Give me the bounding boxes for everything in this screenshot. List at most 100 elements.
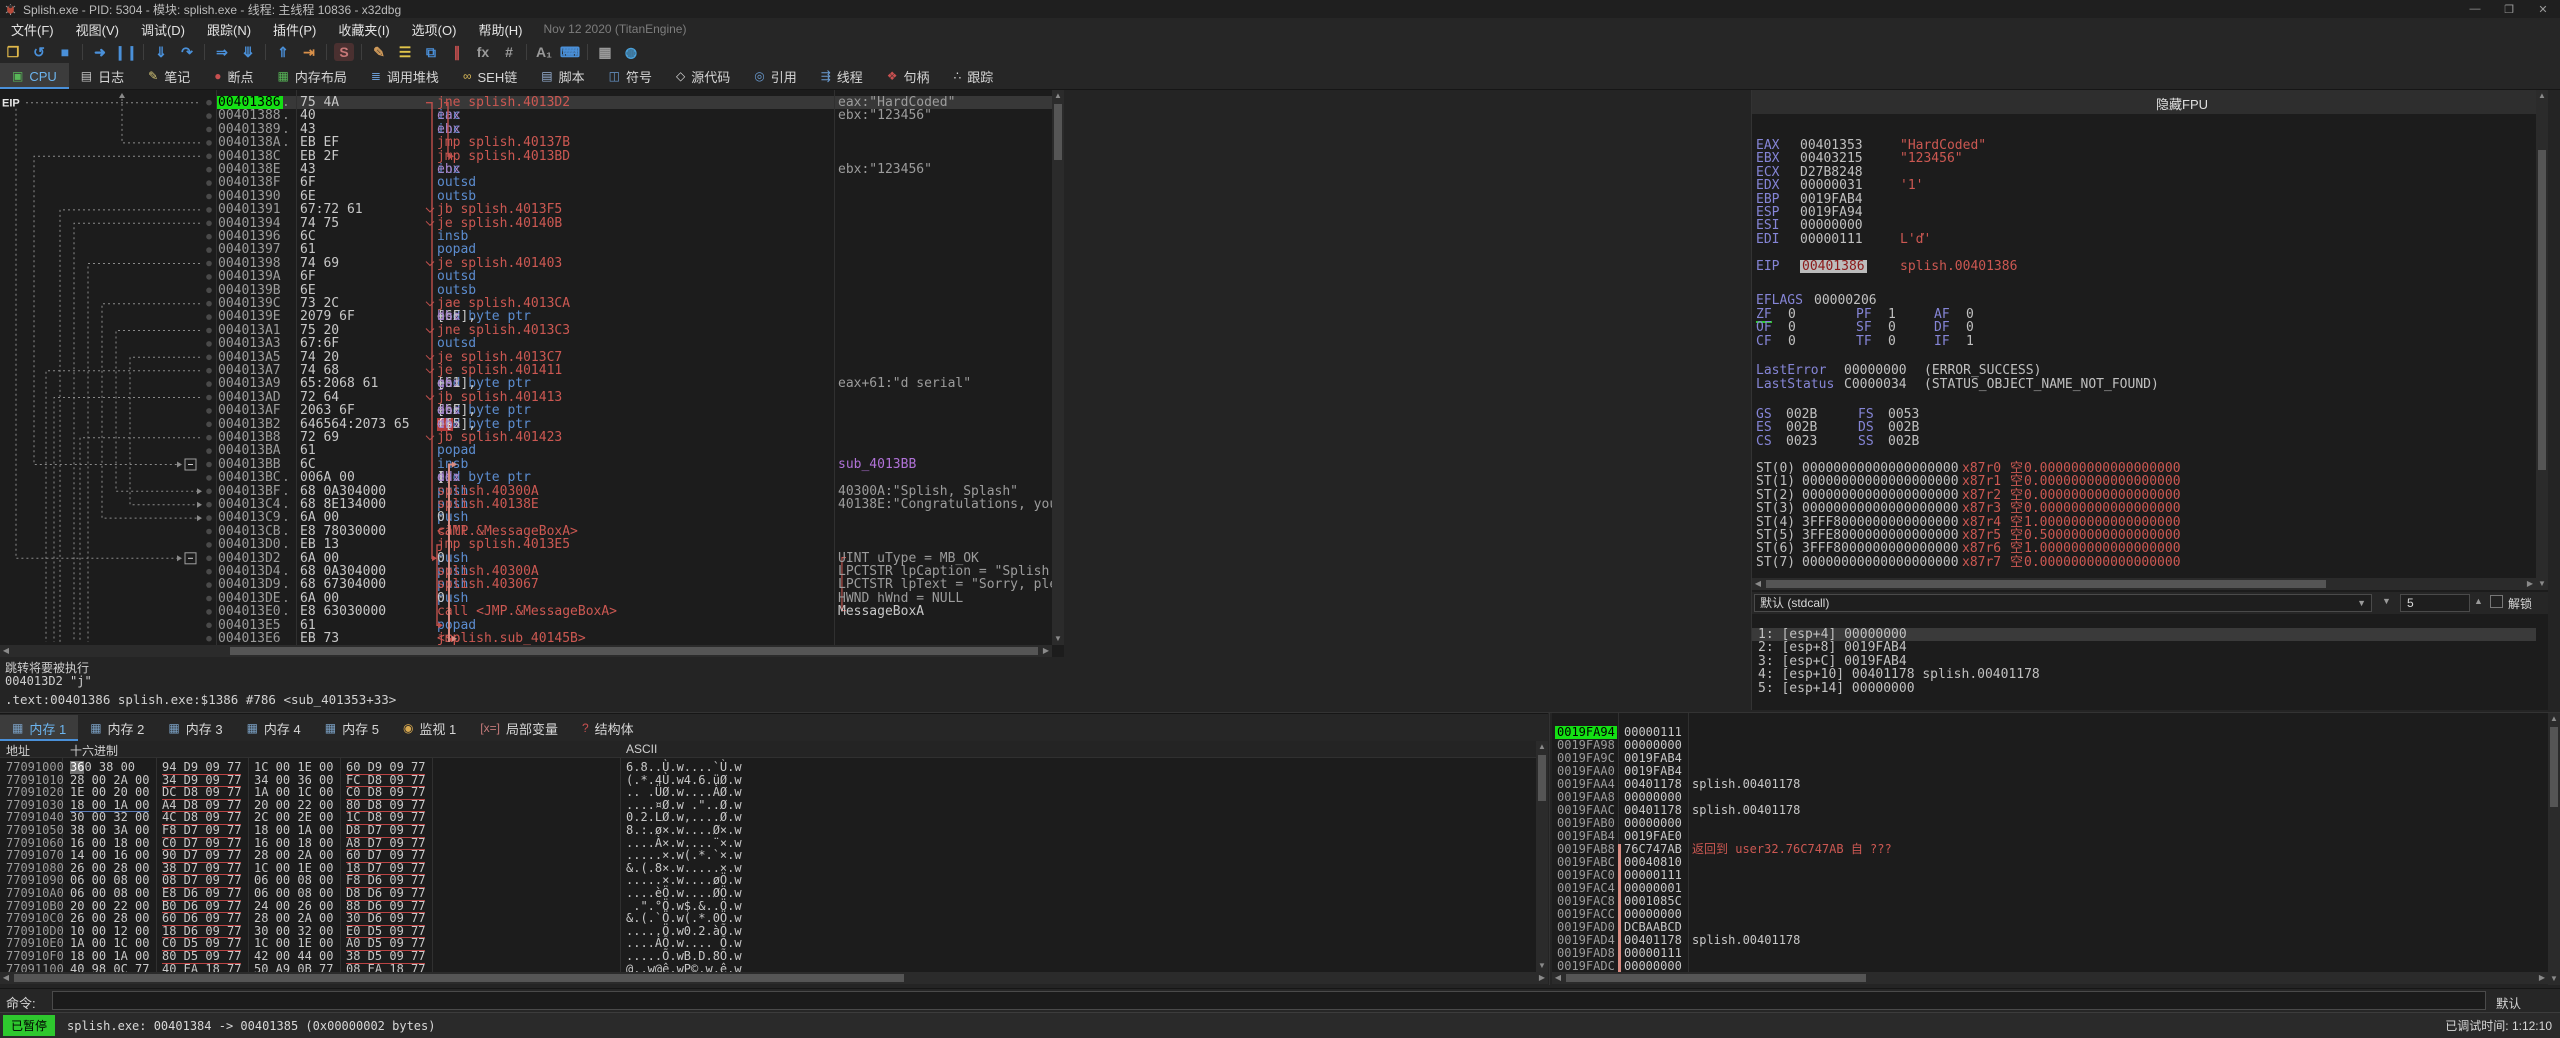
disasm-row[interactable]: 004013CB. E8 78030000 call <JMP.&MessageBo… (216, 524, 1052, 538)
disasm-row[interactable]: 00401389. 43 inc ebx (216, 122, 1052, 136)
tab-内存布局[interactable]: ▦ 内存布局 (266, 63, 359, 89)
stack-row[interactable]: 0019FAD4 00401178 splish.00401178 (1552, 934, 2542, 947)
disasm-row[interactable]: 0040139B 6E outsb (216, 283, 1052, 297)
stack-row[interactable]: 0019FAB0 00000000 (1552, 817, 2542, 830)
stack-row[interactable]: 0019FA94 00000111 (1552, 726, 2542, 739)
tab-句柄[interactable]: ❖ 句柄 (875, 63, 942, 89)
menu-item[interactable]: 插件(P) (262, 18, 327, 40)
disasm-row[interactable]: 004013BF. 68 0A304000 push splish.40300A 40… (216, 484, 1052, 498)
dump-horizontal-scrollbar[interactable]: ◀ ▶ (0, 972, 1548, 984)
step-out-button[interactable]: ⤋ (235, 41, 261, 63)
tab-内存 2[interactable]: ▦ 内存 2 (78, 715, 156, 741)
disasm-row[interactable]: 0040139C 73 2C jae splish.4013CA (216, 297, 1052, 311)
stack-row[interactable]: 0019FA98 00000000 (1552, 739, 2542, 752)
seh-chain-button[interactable]: S (331, 41, 357, 63)
arg-count-up-icon[interactable]: ▲ (2474, 596, 2483, 606)
unlock-checkbox[interactable] (2490, 595, 2503, 608)
tab-跟踪[interactable]: ∴ 跟踪 (942, 63, 1006, 89)
command-input[interactable] (52, 991, 2486, 1010)
disasm-row[interactable]: 004013DE. 6A 00 push 0 │ HWND hWnd = NULL (216, 591, 1052, 605)
disasm-row[interactable]: 004013C4. 68 8E134000 push splish.40138E 40… (216, 498, 1052, 512)
menu-item[interactable]: 调试(D) (130, 18, 196, 40)
stop-button[interactable]: ■ (52, 41, 78, 63)
dump-hscroll-thumb[interactable] (14, 974, 904, 982)
disasm-row[interactable]: 004013BA 61 popad (216, 444, 1052, 458)
stack-row[interactable]: 0019FAD8 00000111 (1552, 947, 2542, 960)
open-file-button[interactable]: ❐ (0, 41, 26, 63)
stack-row[interactable]: 0019FA9C 0019FAB4 (1552, 752, 2542, 765)
arg-count-spinner[interactable]: 5 (2400, 594, 2470, 612)
menu-item[interactable]: 选项(O) (401, 18, 468, 40)
tab-符号[interactable]: ◫ 符号 (597, 63, 664, 89)
disasm-vscroll-thumb[interactable] (1054, 104, 1062, 160)
disasm-row[interactable]: 00401394 74 75 je splish.40140B (216, 216, 1052, 230)
disasm-row[interactable]: 004013BB 6C insb sub_4013BB (216, 457, 1052, 471)
memory-map-button[interactable]: ⧉ (418, 41, 444, 63)
tab-内存 5[interactable]: ▦ 内存 5 (313, 715, 391, 741)
tab-引用[interactable]: ◎ 引用 (742, 63, 809, 89)
skip-button[interactable]: ⇥ (296, 41, 322, 63)
disasm-row[interactable]: 0040138F 6F outsd (216, 176, 1052, 190)
tab-线程[interactable]: ⇶ 线程 (809, 63, 875, 89)
tab-监视 1[interactable]: ◉ 监视 1 (391, 715, 468, 741)
calculator-button[interactable]: ▦ (592, 41, 618, 63)
registers-vscroll-thumb[interactable] (2538, 150, 2546, 470)
patch-button[interactable]: ✎ (366, 41, 392, 63)
disasm-row[interactable]: 004013A9 65:2068 61 and byte ptr gs:[eax +6… (216, 377, 1052, 391)
dump-row[interactable]: 77091100 40 98 0C 77 40 EA 18 77 50 A9 0B 7… (0, 962, 1536, 972)
tab-日志[interactable]: ▤ 日志 (69, 63, 136, 89)
tab-SEH链[interactable]: ∞ SEH链 (451, 63, 529, 89)
disasm-row[interactable]: 004013AD 72 64 jb splish.401413 (216, 390, 1052, 404)
disasm-row[interactable]: 0040138E 43 inc ebx ebx:"123456" (216, 163, 1052, 177)
dump-row[interactable]: 77091070 14 00 16 00 90 D7 09 77 28 00 2A 0… (0, 849, 1536, 863)
disasm-row[interactable]: 00401397 61 popad (216, 243, 1052, 257)
hide-fpu-button[interactable]: 隐藏FPU (2156, 94, 2208, 113)
disasm-vertical-scrollbar[interactable]: ▲ ▼ (1052, 90, 1064, 645)
disasm-row[interactable]: 004013E5 61 popad (216, 618, 1052, 632)
disasm-row[interactable]: 004013A7 74 68 je splish.401411 (216, 364, 1052, 378)
disasm-row[interactable]: 004013BC. 006A 00 add byte ptr ds:[edx], ch (216, 471, 1052, 485)
disasm-row[interactable]: 004013A3 67:6F outsd (216, 337, 1052, 351)
disasm-row[interactable]: 004013A5 74 20 je splish.4013C7 (216, 350, 1052, 364)
tab-CPU[interactable]: ▣ CPU (0, 63, 69, 89)
maximize-button[interactable]: ❐ (2492, 3, 2526, 16)
dump-row[interactable]: 77091020 1E 00 20 00 DC D8 09 77 1A 00 1C 0… (0, 786, 1536, 800)
disasm-row[interactable]: 0040138C EB 2F jmp splish.4013BD (216, 149, 1052, 163)
settings-button[interactable]: ⌨ (557, 41, 583, 63)
disasm-row[interactable]: 004013E0. E8 63030000 call <JMP.&MessageBo… (216, 605, 1052, 619)
argument-row[interactable]: 5: [esp+14] 00000000 (1752, 681, 2536, 695)
run-to-user-code-button[interactable]: ⇑ (270, 41, 296, 63)
stack-row[interactable]: 0019FAC4 00000001 (1552, 882, 2542, 895)
font-button[interactable]: A₁ (531, 41, 557, 63)
dump-row[interactable]: 77091000 36 00 38 00 94 D9 09 77 1C 00 1E 0… (0, 761, 1536, 775)
registers-hscroll-thumb[interactable] (1766, 580, 2326, 588)
tab-内存 1[interactable]: ▦ 内存 1 (0, 715, 79, 741)
arg-count-down-icon[interactable]: ▼ (2382, 596, 2391, 606)
tab-源代码[interactable]: ◇ 源代码 (664, 63, 742, 89)
internet-button[interactable]: ◍ (618, 41, 644, 63)
dump-row[interactable]: 770910F0 18 00 1A 00 80 D5 09 77 42 00 44 0… (0, 950, 1536, 964)
disasm-row[interactable]: 004013C9. 6A 00 push 0 (216, 511, 1052, 525)
disasm-row[interactable]: 004013AF 2063 6F and byte ptr ds:[ebx +6F],… (216, 404, 1052, 418)
disasm-row[interactable]: 0040139A 6F outsd (216, 270, 1052, 284)
trace-button[interactable]: ∥ (444, 41, 470, 63)
tab-脚本[interactable]: ▤ 脚本 (529, 63, 596, 89)
fx-button[interactable]: fx (470, 41, 496, 63)
stack-row[interactable]: 0019FAAC 00401178 splish.00401178 (1552, 804, 2542, 817)
disasm-row[interactable]: 004013B8 72 69 jb splish.401423 (216, 431, 1052, 445)
tab-断点[interactable]: ● 断点 (202, 63, 265, 89)
menu-item[interactable]: 跟踪(N) (196, 18, 262, 40)
stack-row[interactable]: 0019FACC 00000000 (1552, 908, 2542, 921)
argument-row[interactable]: 3: [esp+C] 0019FAB4 (1752, 654, 2536, 668)
tab-内存 4[interactable]: ▦ 内存 4 (235, 715, 313, 741)
stack-row[interactable]: 0019FAA4 00401178 splish.00401178 (1552, 778, 2542, 791)
disasm-row[interactable]: 00401396 6C insb (216, 230, 1052, 244)
pause-button[interactable]: ❙❙ (113, 41, 139, 63)
disasm-row[interactable]: 0040139E 2079 6F and byte ptr ds:[ecx +6F],… (216, 310, 1052, 324)
argument-row[interactable]: 1: [esp+4] 00000000 (1752, 628, 2536, 641)
menu-item[interactable]: 帮助(H) (467, 18, 533, 40)
disasm-row[interactable]: 00401398 74 69 je splish.401403 (216, 256, 1052, 270)
dump-vertical-scrollbar[interactable]: ▲ ▼ (1536, 741, 1548, 972)
disasm-row[interactable]: 004013B2 646564:2073 65 and byte ptr fs:[e… (216, 417, 1052, 431)
disasm-row[interactable]: 00401388. 40 inc eax ebx:"123456" (216, 109, 1052, 123)
